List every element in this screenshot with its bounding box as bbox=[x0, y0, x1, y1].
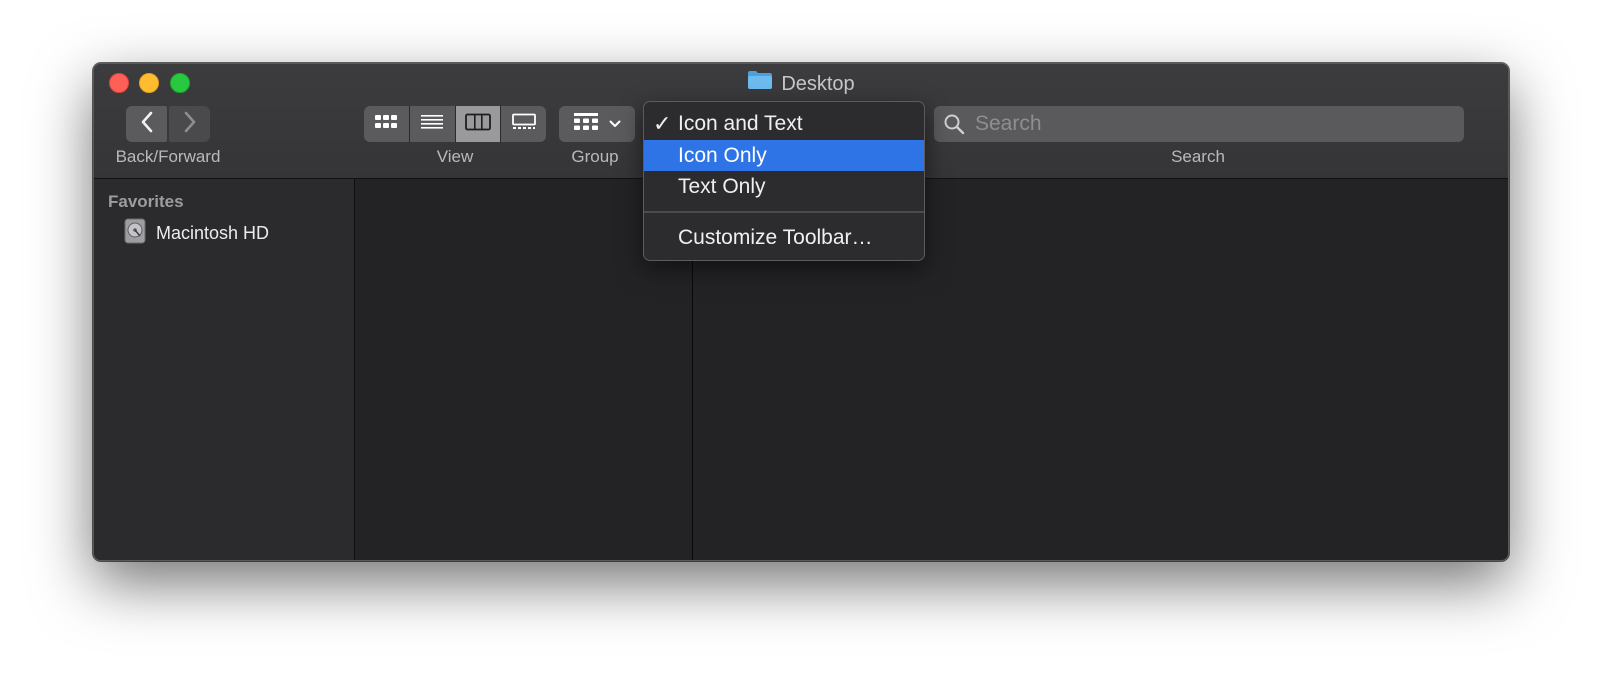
search-icon bbox=[943, 113, 965, 135]
checkmark-icon: ✓ bbox=[653, 111, 672, 136]
list-view-icon bbox=[420, 113, 444, 136]
hard-disk-icon bbox=[124, 218, 146, 249]
back-forward-label: Back/Forward bbox=[115, 147, 221, 166]
menu-item-label: Customize Toolbar… bbox=[678, 226, 873, 249]
toolbar-display-menu: ✓ Icon and Text Icon Only Text Only Cust… bbox=[643, 101, 925, 261]
sidebar-item-label: Macintosh HD bbox=[156, 222, 270, 243]
group-button[interactable] bbox=[559, 106, 635, 142]
sidebar-item-macintosh-hd[interactable]: Macintosh HD bbox=[124, 218, 270, 249]
gallery-view-button[interactable] bbox=[501, 106, 546, 142]
menu-item-text-only[interactable]: Text Only bbox=[644, 171, 924, 202]
search-field[interactable] bbox=[934, 106, 1464, 142]
back-forward-group bbox=[126, 106, 210, 142]
group-icon bbox=[573, 112, 599, 137]
chevron-left-icon bbox=[140, 111, 154, 138]
window-title-bar: Desktop bbox=[94, 70, 1508, 96]
search-label: Search bbox=[1171, 147, 1225, 166]
menu-separator bbox=[644, 211, 924, 213]
search-input[interactable] bbox=[973, 111, 1447, 137]
menu-item-icon-and-text[interactable]: ✓ Icon and Text bbox=[644, 108, 924, 139]
menu-item-label: Icon and Text bbox=[678, 112, 803, 135]
column-view-button[interactable] bbox=[455, 106, 501, 142]
chevron-down-icon bbox=[609, 115, 621, 133]
chevron-right-icon bbox=[183, 111, 197, 138]
view-label: View bbox=[436, 147, 474, 166]
view-mode-segmented-control bbox=[364, 106, 546, 142]
gallery-view-icon bbox=[511, 113, 537, 136]
menu-item-customize-toolbar[interactable]: Customize Toolbar… bbox=[644, 222, 924, 253]
column-view-icon bbox=[464, 113, 491, 136]
group-label: Group bbox=[571, 147, 619, 166]
folder-icon bbox=[747, 70, 773, 97]
list-view-button[interactable] bbox=[409, 106, 455, 142]
menu-item-label: Text Only bbox=[678, 175, 766, 198]
icon-view-button[interactable] bbox=[364, 106, 409, 142]
sidebar: Favorites Macintosh HD bbox=[94, 179, 355, 560]
menu-item-icon-only[interactable]: Icon Only bbox=[644, 140, 924, 171]
sidebar-section-favorites: Favorites bbox=[108, 192, 184, 211]
forward-button[interactable] bbox=[169, 106, 210, 142]
menu-item-label: Icon Only bbox=[678, 144, 767, 167]
icon-view-icon bbox=[374, 113, 398, 136]
back-button[interactable] bbox=[126, 106, 167, 142]
window-title: Desktop bbox=[781, 72, 855, 95]
